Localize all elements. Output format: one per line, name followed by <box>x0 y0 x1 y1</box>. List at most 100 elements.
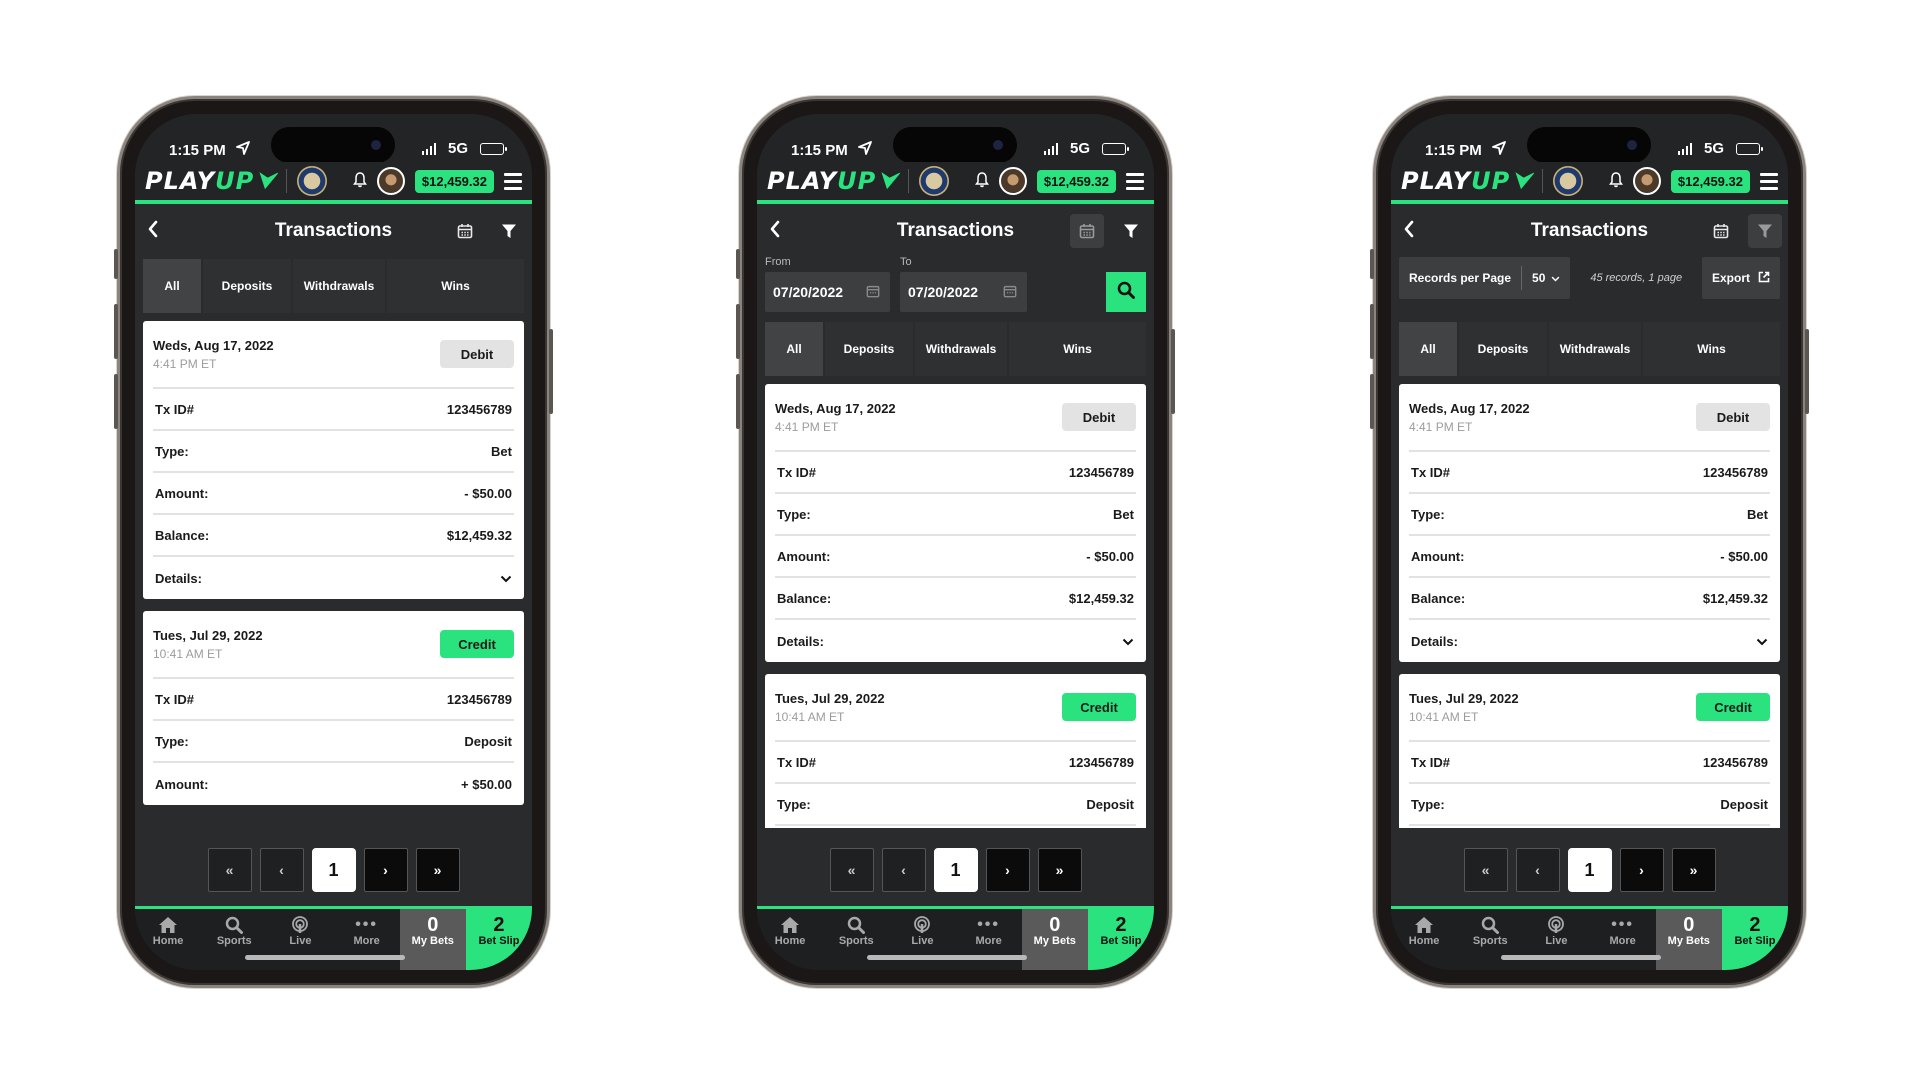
filter-icon[interactable] <box>492 214 526 248</box>
calendar-icon[interactable] <box>448 214 482 248</box>
tab-all[interactable]: All <box>143 259 201 313</box>
tab-withdrawals[interactable]: Withdrawals <box>1549 322 1641 376</box>
prev-page-button[interactable]: ‹ <box>1515 848 1560 892</box>
details-row[interactable]: Details: <box>153 557 514 599</box>
first-page-button[interactable]: « <box>1463 848 1508 892</box>
location-arrow-icon <box>1491 141 1506 159</box>
nav-live[interactable]: Live <box>889 909 955 970</box>
state-seal-icon[interactable] <box>296 166 327 196</box>
balance-button[interactable]: $12,459.32 <box>414 169 494 193</box>
bell-icon[interactable] <box>974 171 989 191</box>
calendar-icon[interactable] <box>1070 214 1104 248</box>
balance-button[interactable]: $12,459.32 <box>1036 169 1116 193</box>
nav-more[interactable]: ••• More <box>956 909 1022 970</box>
export-button[interactable]: Export <box>1701 257 1780 299</box>
search-icon <box>1117 281 1135 304</box>
nav-my-bets[interactable]: 0 My Bets <box>399 909 466 970</box>
nav-more[interactable]: ••• More <box>334 909 400 970</box>
user-avatar[interactable] <box>1632 167 1661 195</box>
bell-icon[interactable] <box>352 171 367 191</box>
back-icon[interactable] <box>1403 218 1415 244</box>
battery-icon <box>1736 142 1763 155</box>
current-page-button[interactable]: 1 <box>1567 848 1612 892</box>
nav-sports[interactable]: Sports <box>201 909 267 970</box>
nav-my-bets[interactable]: 0 My Bets <box>1021 909 1088 970</box>
details-row[interactable]: Details: <box>1409 620 1770 662</box>
tab-deposits[interactable]: Deposits <box>203 259 291 313</box>
tab-deposits[interactable]: Deposits <box>1459 322 1547 376</box>
power-button <box>549 329 553 414</box>
nav-my-bets[interactable]: 0 My Bets <box>1655 909 1722 970</box>
chevron-down-icon[interactable] <box>1122 634 1134 649</box>
menu-icon[interactable] <box>1126 172 1144 190</box>
transaction-date: Weds, Aug 17, 2022 <box>153 337 274 353</box>
last-page-button[interactable]: » <box>1037 848 1082 892</box>
more-dots-icon: ••• <box>977 916 1000 933</box>
back-icon[interactable] <box>147 218 159 244</box>
first-page-button[interactable]: « <box>829 848 874 892</box>
logo-arrow-icon: ⮟ <box>256 168 276 194</box>
transaction-list: Weds, Aug 17, 2022 4:41 PM ET Debit Tx I… <box>1399 384 1780 828</box>
user-avatar[interactable] <box>376 167 405 195</box>
menu-icon[interactable] <box>504 172 522 190</box>
nav-bet-slip[interactable]: 2 Bet Slip <box>1721 909 1788 970</box>
nav-more[interactable]: ••• More <box>1590 909 1656 970</box>
tab-wins[interactable]: Wins <box>1009 322 1146 376</box>
playup-logo[interactable]: PLAY UP ⮟ <box>145 167 276 195</box>
to-date-input[interactable]: 07/20/2022 <box>900 272 1027 312</box>
transaction-date: Tues, Jul 29, 2022 <box>1409 690 1519 706</box>
last-page-button[interactable]: » <box>415 848 460 892</box>
tab-all[interactable]: All <box>1399 322 1457 376</box>
nav-sports[interactable]: Sports <box>1457 909 1523 970</box>
nav-live[interactable]: Live <box>267 909 333 970</box>
next-page-button[interactable]: › <box>363 848 408 892</box>
playup-logo[interactable]: PLAY UP ⮟ <box>767 167 898 195</box>
chevron-down-icon[interactable] <box>500 571 512 586</box>
calendar-icon[interactable] <box>1003 284 1017 301</box>
nav-home[interactable]: Home <box>135 909 201 970</box>
menu-icon[interactable] <box>1760 172 1778 190</box>
nav-home[interactable]: Home <box>757 909 823 970</box>
calendar-icon[interactable] <box>866 284 880 301</box>
transaction-type-tabs: All Deposits Withdrawals Wins <box>765 322 1146 376</box>
tab-wins[interactable]: Wins <box>387 259 524 313</box>
dynamic-island <box>893 127 1017 163</box>
prev-page-button[interactable]: ‹ <box>259 848 304 892</box>
playup-logo[interactable]: PLAY UP ⮟ <box>1401 167 1532 195</box>
next-page-button[interactable]: › <box>1619 848 1664 892</box>
tab-deposits[interactable]: Deposits <box>825 322 913 376</box>
tab-wins[interactable]: Wins <box>1643 322 1780 376</box>
details-row[interactable]: Details: <box>775 620 1136 662</box>
nav-bet-slip[interactable]: 2 Bet Slip <box>1087 909 1154 970</box>
tab-all[interactable]: All <box>765 322 823 376</box>
chevron-down-icon[interactable] <box>1756 634 1768 649</box>
back-icon[interactable] <box>769 218 781 244</box>
nav-bet-slip[interactable]: 2 Bet Slip <box>465 909 532 970</box>
state-seal-icon[interactable] <box>1552 166 1583 196</box>
nav-live[interactable]: Live <box>1523 909 1589 970</box>
next-page-button[interactable]: › <box>985 848 1030 892</box>
current-page-button[interactable]: 1 <box>311 848 356 892</box>
dynamic-island <box>271 127 395 163</box>
txid-row: Tx ID# 123456789 <box>775 452 1136 494</box>
current-page-button[interactable]: 1 <box>933 848 978 892</box>
first-page-button[interactable]: « <box>207 848 252 892</box>
last-page-button[interactable]: » <box>1671 848 1716 892</box>
volume-down-button <box>114 374 118 429</box>
nav-sports[interactable]: Sports <box>823 909 889 970</box>
calendar-icon[interactable] <box>1704 214 1738 248</box>
bell-icon[interactable] <box>1608 171 1623 191</box>
state-seal-icon[interactable] <box>918 166 949 196</box>
records-per-page-select[interactable]: Records per Page 50 <box>1399 257 1571 299</box>
filter-icon[interactable] <box>1114 214 1148 248</box>
filter-icon[interactable] <box>1748 214 1782 248</box>
user-avatar[interactable] <box>998 167 1027 195</box>
tab-withdrawals[interactable]: Withdrawals <box>915 322 1007 376</box>
prev-page-button[interactable]: ‹ <box>881 848 926 892</box>
tab-withdrawals[interactable]: Withdrawals <box>293 259 385 313</box>
nav-home[interactable]: Home <box>1391 909 1457 970</box>
status-bar: 1:15 PM 5G <box>757 114 1154 163</box>
search-button[interactable] <box>1106 272 1146 312</box>
balance-button[interactable]: $12,459.32 <box>1670 169 1750 193</box>
from-date-input[interactable]: 07/20/2022 <box>765 272 890 312</box>
